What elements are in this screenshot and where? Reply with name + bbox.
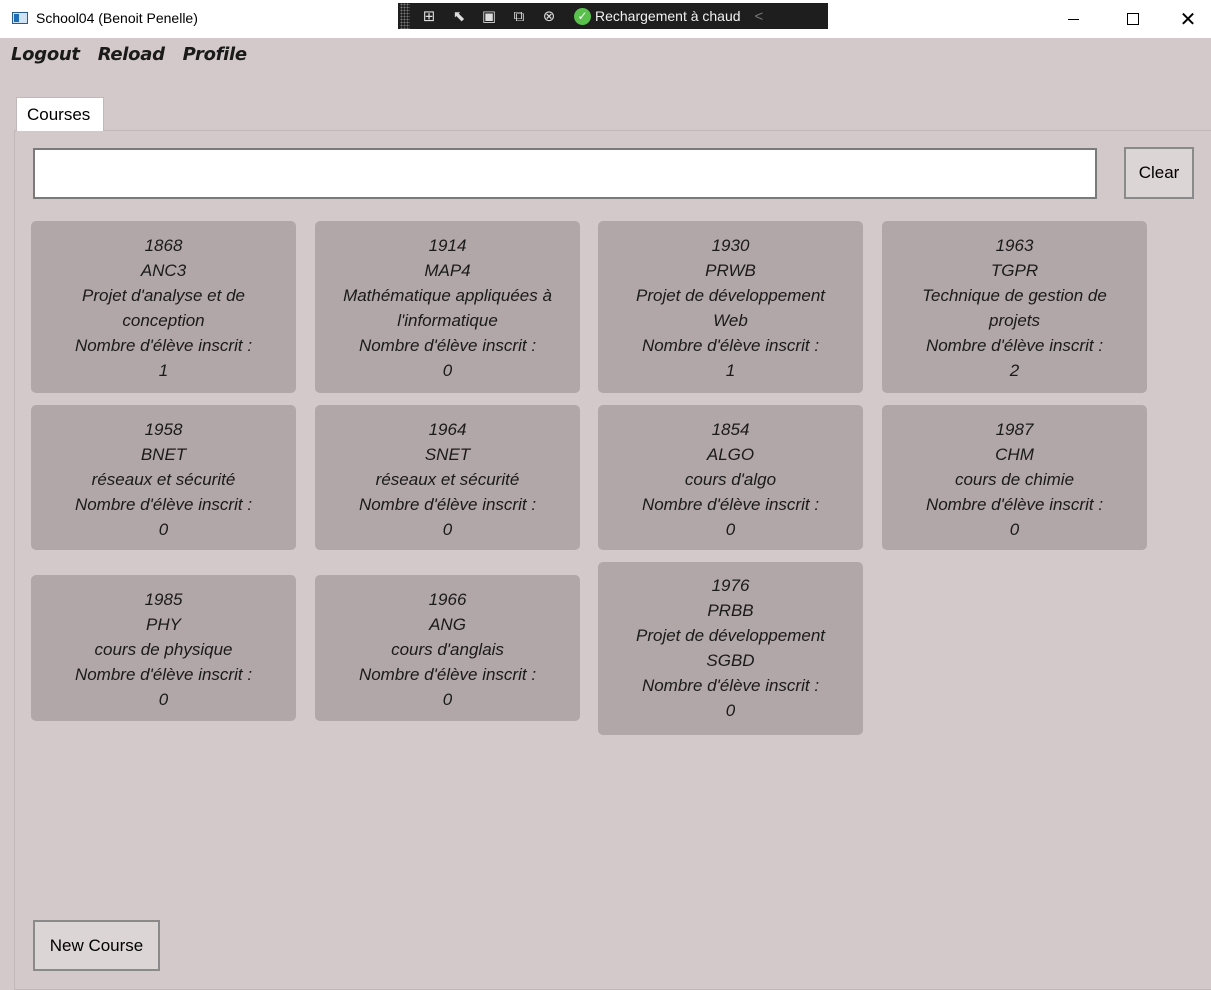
enrolled-count: 0 — [442, 690, 453, 709]
app-icon — [12, 12, 28, 24]
course-card[interactable]: 1985 PHY cours de physique Nombre d'élève i… — [31, 575, 296, 721]
enrolled-label: Nombre d'élève inscrit : — [74, 665, 253, 684]
enrolled-label: Nombre d'élève inscrit : — [358, 665, 537, 684]
enrolled-label: Nombre d'élève inscrit : — [358, 495, 537, 514]
hot-reload-status-icon: ✓ — [574, 7, 591, 25]
course-id: 1985 — [144, 590, 183, 609]
course-card[interactable]: 1966 ANG cours d'anglais Nombre d'élève ins… — [315, 575, 580, 721]
course-name: SGBD — [706, 651, 755, 670]
course-card[interactable]: 1930 PRWB Projet de développement Web Nombre… — [598, 221, 863, 393]
minimize-icon — [1067, 18, 1079, 20]
course-id: 1914 — [428, 236, 467, 255]
course-name: réseaux et sécurité — [375, 470, 520, 489]
maximize-icon — [1127, 13, 1139, 25]
course-id: 1964 — [428, 420, 467, 439]
enrolled-label: Nombre d'élève inscrit : — [641, 676, 820, 695]
menu-logout[interactable]: Logout — [11, 44, 80, 65]
course-card[interactable]: 1987 CHM cours de chimie Nombre d'élève ins… — [882, 405, 1147, 550]
course-card[interactable]: 1963 TGPR Technique de gestion de projets No… — [882, 221, 1147, 393]
enrolled-label: Nombre d'élève inscrit : — [74, 495, 253, 514]
close-button[interactable]: ✕ — [1165, 0, 1211, 38]
new-course-button[interactable]: New Course — [33, 920, 160, 971]
enrolled-count: 0 — [442, 520, 453, 539]
close-icon: ✕ — [1179, 7, 1197, 31]
course-card[interactable]: 1868 ANC3 Projet d'analyse et de conception… — [31, 221, 296, 393]
binding-failures-icon[interactable]: ⊗ — [538, 7, 560, 25]
enrolled-count: 0 — [725, 520, 736, 539]
enrolled-count: 0 — [158, 690, 169, 709]
enrolled-label: Nombre d'élève inscrit : — [74, 336, 253, 355]
course-id: 1958 — [144, 420, 183, 439]
enrolled-count: 0 — [1009, 520, 1020, 539]
enrolled-label: Nombre d'élève inscrit : — [925, 495, 1104, 514]
menu-profile[interactable]: Profile — [183, 44, 247, 65]
course-name: Projet de développement — [635, 286, 826, 305]
enrolled-label: Nombre d'élève inscrit : — [358, 336, 537, 355]
window-title: School04 (Benoit Penelle) — [36, 10, 198, 26]
course-code: PRBB — [707, 601, 754, 620]
course-code: SNET — [424, 445, 471, 464]
debug-toolbar: ⊞ ⬉ ▣ ⧉ ⊗ ✓ Rechargement à chaud < — [398, 3, 828, 29]
enrolled-count: 0 — [442, 361, 453, 380]
course-id: 1854 — [711, 420, 750, 439]
course-code: BNET — [140, 445, 187, 464]
course-name: Projet de développement — [635, 626, 826, 645]
track-focus-icon[interactable]: ⧉ — [508, 7, 530, 25]
course-code: MAP4 — [424, 261, 471, 280]
course-code: ANG — [429, 615, 466, 634]
enrolled-label: Nombre d'élève inscrit : — [641, 336, 820, 355]
course-name: cours d'algo — [684, 470, 777, 489]
clear-button[interactable]: Clear — [1124, 147, 1194, 199]
course-name: Web — [713, 311, 748, 330]
course-code: TGPR — [990, 261, 1039, 280]
course-name: conception — [122, 311, 205, 330]
course-card[interactable]: 1958 BNET réseaux et sécurité Nombre d'élèv… — [31, 405, 296, 550]
collapse-toolbar-icon[interactable]: < — [755, 8, 764, 25]
course-id: 1963 — [995, 236, 1034, 255]
enrolled-count: 2 — [1009, 361, 1020, 380]
menu-bar: Logout Reload Profile — [11, 44, 247, 65]
enrolled-label: Nombre d'élève inscrit : — [925, 336, 1104, 355]
hot-reload-label[interactable]: Rechargement à chaud — [595, 8, 741, 24]
course-code: PHY — [146, 615, 181, 634]
course-name: Projet d'analyse et de — [82, 286, 245, 305]
minimize-button[interactable] — [1050, 0, 1096, 38]
course-name: Technique de gestion de — [922, 286, 1107, 305]
enrolled-label: Nombre d'élève inscrit : — [641, 495, 820, 514]
enrolled-count: 0 — [158, 520, 169, 539]
window-titlebar: School04 (Benoit Penelle) ⊞ ⬉ ▣ ⧉ ⊗ ✓ Re… — [0, 0, 1211, 38]
course-id: 1966 — [428, 590, 467, 609]
course-code: CHM — [995, 445, 1034, 464]
course-code: ALGO — [706, 445, 755, 464]
course-id: 1987 — [995, 420, 1034, 439]
course-code: PRWB — [705, 261, 756, 280]
search-input[interactable] — [33, 148, 1097, 199]
maximize-button[interactable] — [1110, 0, 1156, 38]
display-layout-adorners-icon[interactable]: ▣ — [478, 7, 500, 25]
course-code: ANC3 — [140, 261, 187, 280]
course-card[interactable]: 1976 PRBB Projet de développement SGBD Nombr… — [598, 562, 863, 735]
enrolled-count: 0 — [725, 701, 736, 720]
course-name: cours d'anglais — [391, 640, 504, 659]
course-id: 1868 — [144, 236, 183, 255]
course-id: 1976 — [711, 576, 750, 595]
course-name: projets — [988, 311, 1041, 330]
course-id: 1930 — [711, 236, 750, 255]
course-card[interactable]: 1964 SNET réseaux et sécurité Nombre d'élèv… — [315, 405, 580, 550]
course-name: cours de chimie — [954, 470, 1075, 489]
tab-courses[interactable]: Courses — [16, 97, 104, 131]
menu-reload[interactable]: Reload — [98, 44, 165, 65]
toolbar-grip-icon[interactable] — [400, 3, 410, 29]
enrolled-count: 1 — [725, 361, 736, 380]
live-visual-tree-icon[interactable]: ⊞ — [418, 7, 440, 25]
course-name: réseaux et sécurité — [91, 470, 236, 489]
select-element-icon[interactable]: ⬉ — [448, 7, 470, 25]
course-name: cours de physique — [94, 640, 233, 659]
enrolled-count: 1 — [158, 361, 169, 380]
course-name: Mathématique appliquées à — [343, 286, 552, 305]
course-name: l'informatique — [397, 311, 498, 330]
course-card[interactable]: 1854 ALGO cours d'algo Nombre d'élève inscr… — [598, 405, 863, 550]
course-card[interactable]: 1914 MAP4 Mathématique appliquées à l'infor… — [315, 221, 580, 393]
